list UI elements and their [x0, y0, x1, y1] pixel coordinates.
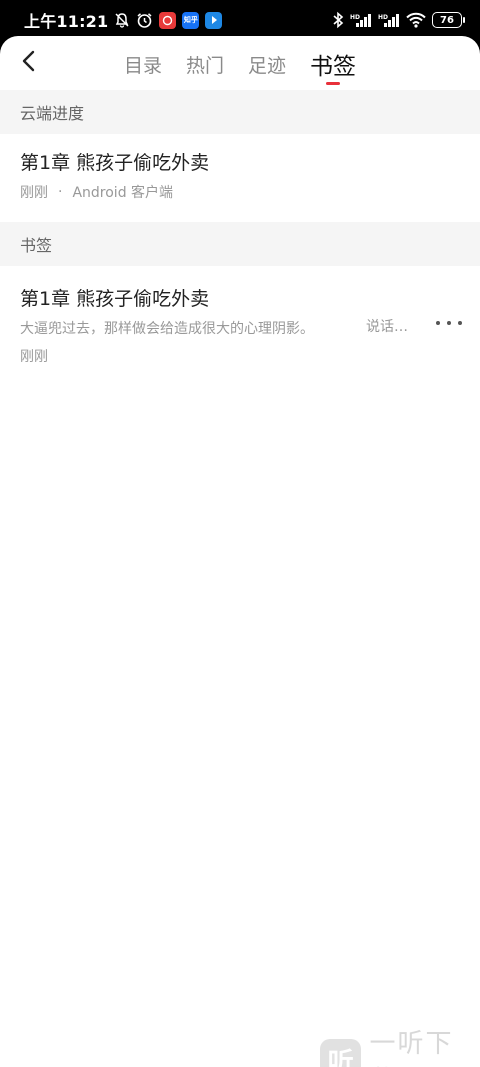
active-tab-indicator [326, 82, 341, 85]
progress-meta: 刚刚 · Android 客户端 [20, 182, 460, 202]
bookmark-panel: 目录 热门 足迹 书签 云端进度 第1章 熊孩子偷吃外卖 刚刚 · Androi… [0, 36, 480, 1067]
meta-separator: · [58, 184, 63, 200]
progress-time: 刚刚 [20, 185, 48, 201]
top-nav: 目录 热门 足迹 书签 [0, 36, 480, 90]
tab-bookmarks[interactable]: 书签 [310, 36, 357, 85]
bluetooth-icon [332, 11, 344, 29]
progress-device: Android 客户端 [72, 185, 174, 201]
tab-contents-label: 目录 [124, 55, 163, 77]
bookmarks-header: 书签 [0, 222, 480, 266]
tab-contents[interactable]: 目录 [124, 36, 162, 78]
progress-chapter-title: 第1章 熊孩子偷吃外卖 [20, 152, 210, 174]
back-button[interactable] [14, 46, 44, 76]
svg-text:HD: HD [350, 14, 360, 21]
signal-hd-icon: HD [350, 12, 372, 28]
status-left: 上午11:21 知乎 [24, 8, 223, 32]
status-right: HD HD 76 [332, 11, 465, 29]
cloud-progress-header: 云端进度 [0, 90, 480, 134]
svg-text:HD: HD [378, 14, 388, 21]
status-bar: 上午11:21 知乎 HD HD 76 [0, 0, 480, 40]
tab-popular[interactable]: 热门 [186, 36, 224, 78]
tab-history[interactable]: 足迹 [248, 36, 286, 78]
bookmark-excerpt: 大逼兜过去，那样做会给造成很大的心理阴影。 [20, 321, 314, 337]
app-notification-icon [205, 11, 223, 29]
battery-indicator: 76 [432, 12, 465, 28]
more-dot-icon [458, 321, 462, 325]
more-dot-icon [436, 321, 440, 325]
notifications-muted-icon [114, 12, 130, 28]
cloud-progress-item[interactable]: 第1章 熊孩子偷吃外卖 刚刚 · Android 客户端 [0, 134, 480, 222]
alarm-icon [136, 12, 153, 29]
wifi-icon [406, 12, 426, 28]
watermark-text: 一听下载 [369, 1029, 454, 1067]
tab-bar: 目录 热门 足迹 书签 [124, 36, 380, 90]
netease-music-icon [159, 11, 177, 29]
watermark: 听 一听下载 [320, 1023, 480, 1067]
bookmark-chapter-title: 第1章 熊孩子偷吃外卖 [20, 288, 210, 310]
status-time: 上午11:21 [24, 12, 109, 31]
chevron-left-icon [22, 50, 35, 72]
zhihu-app-icon: 知乎 [182, 11, 200, 29]
signal-hd-icon-2: HD [378, 12, 400, 28]
more-options-button[interactable] [436, 313, 462, 333]
tab-bookmarks-label: 书签 [310, 54, 357, 80]
bookmark-time: 刚刚 [20, 349, 48, 365]
tab-history-label: 足迹 [248, 55, 287, 77]
bookmark-item[interactable]: 第1章 熊孩子偷吃外卖 大逼兜过去，那样做会给造成很大的心理阴影。 说话… 刚刚 [0, 266, 480, 376]
more-dot-icon [447, 321, 451, 325]
watermark-logo-icon: 听 [320, 1039, 362, 1067]
tab-popular-label: 热门 [186, 55, 225, 77]
bookmark-note: 说话… [366, 319, 408, 335]
